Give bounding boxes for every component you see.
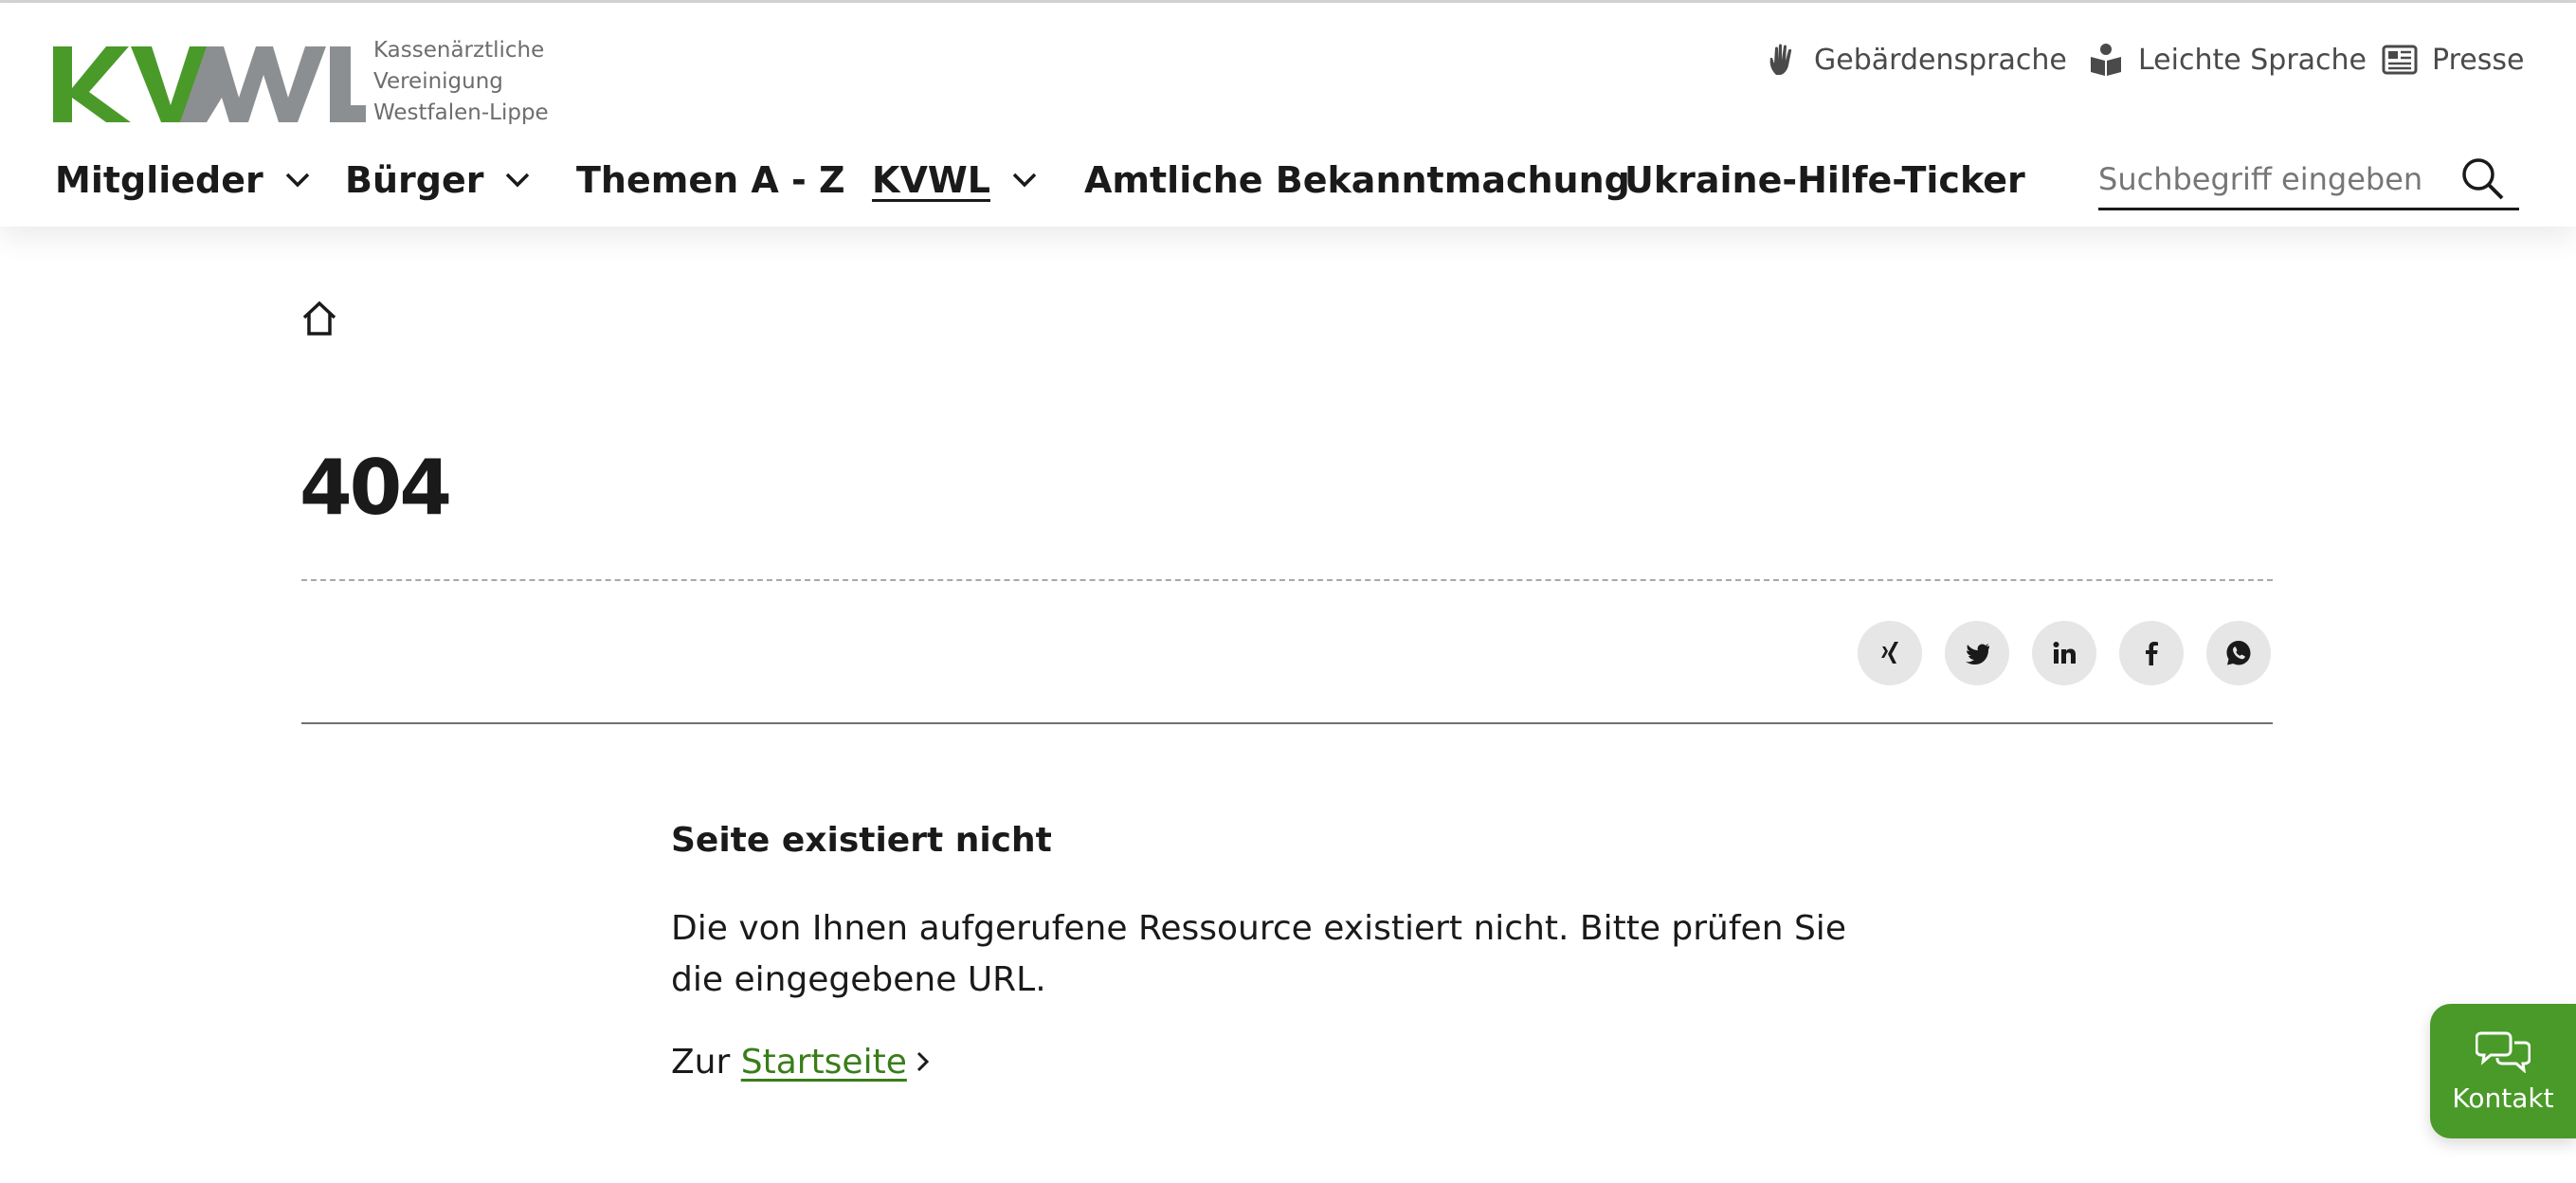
search-bar	[2098, 153, 2519, 210]
share-bar	[1858, 621, 2271, 685]
whatsapp-icon	[2226, 641, 2251, 665]
twitter-icon	[1966, 644, 1989, 664]
homepage-link[interactable]: Startseite	[741, 1043, 907, 1082]
homepage-link-line: Zur Startseite	[671, 1043, 934, 1082]
nav-label: Ukraine-Hilfe-Ticker	[1624, 159, 2025, 201]
press-label: Presse	[2432, 43, 2525, 77]
easy-language-icon	[2091, 44, 2121, 76]
facebook-icon	[2146, 642, 2158, 665]
nav-item-kvwl[interactable]: KVWL	[872, 159, 1038, 201]
error-heading: Seite existiert nicht	[671, 821, 1052, 860]
logo-line: Kassenärztliche	[373, 38, 545, 63]
nav-item-mitglieder[interactable]: Mitglieder	[55, 159, 311, 201]
chevron-right-icon	[916, 1051, 929, 1072]
nav-item-amtliche-bekanntmachung[interactable]: Amtliche Bekanntmachung	[1084, 159, 1630, 201]
nav-label: Mitglieder	[55, 159, 263, 201]
home-icon[interactable]	[299, 299, 339, 338]
share-linkedin-button[interactable]	[2032, 621, 2096, 685]
linkedin-icon	[2053, 642, 2076, 664]
page-title: 404	[299, 444, 452, 532]
logo-line: Westfalen-Lippe	[373, 100, 549, 125]
nav-label: Bürger	[345, 159, 484, 201]
nav-label: Themen A - Z	[576, 159, 845, 201]
newspaper-icon	[2382, 45, 2418, 75]
site-header: Kassenärztliche Vereinigung Westfalen-Li…	[0, 3, 2576, 227]
contact-label: Kontakt	[2452, 1082, 2554, 1114]
share-twitter-button[interactable]	[1945, 621, 2009, 685]
main-content: 404 Seite existiert nicht Die von Ihnen …	[0, 227, 2576, 1183]
nav-item-themen[interactable]: Themen A - Z	[576, 159, 845, 201]
chevron-down-icon	[1012, 173, 1037, 188]
share-xing-button[interactable]	[1858, 621, 1922, 685]
divider-solid	[301, 722, 2273, 724]
share-whatsapp-button[interactable]	[2206, 621, 2271, 685]
nav-item-buerger[interactable]: Bürger	[345, 159, 531, 201]
divider-dashed	[301, 579, 2273, 581]
sign-language-link[interactable]: Gebärdensprache	[1763, 41, 2067, 79]
error-message: Die von Ihnen aufgerufene Ressource exis…	[671, 909, 1846, 999]
logo-line: Vereinigung	[373, 69, 503, 94]
chevron-down-icon	[506, 173, 530, 188]
easy-language-link[interactable]: Leichte Sprache	[2087, 41, 2367, 79]
share-facebook-button[interactable]	[2119, 621, 2184, 685]
easy-language-label: Leichte Sprache	[2138, 43, 2367, 77]
contact-button[interactable]: Kontakt	[2430, 1004, 2576, 1138]
chevron-down-icon	[285, 173, 309, 188]
nav-label: Amtliche Bekanntmachung	[1084, 159, 1630, 201]
search-icon[interactable]	[2458, 155, 2506, 202]
press-link[interactable]: Presse	[2381, 41, 2524, 79]
sign-language-label: Gebärdensprache	[1814, 43, 2067, 77]
search-input[interactable]	[2098, 158, 2440, 200]
logo-text: Kassenärztliche Vereinigung Westfalen-Li…	[373, 35, 549, 129]
hand-icon	[1769, 44, 1792, 75]
nav-label: KVWL	[872, 159, 990, 201]
nav-item-ukraine-hilfe-ticker[interactable]: Ukraine-Hilfe-Ticker	[1624, 159, 2025, 201]
chat-bubbles-icon	[2476, 1031, 2531, 1073]
xing-icon	[1881, 642, 1898, 664]
link-prefix: Zur	[671, 1043, 731, 1082]
